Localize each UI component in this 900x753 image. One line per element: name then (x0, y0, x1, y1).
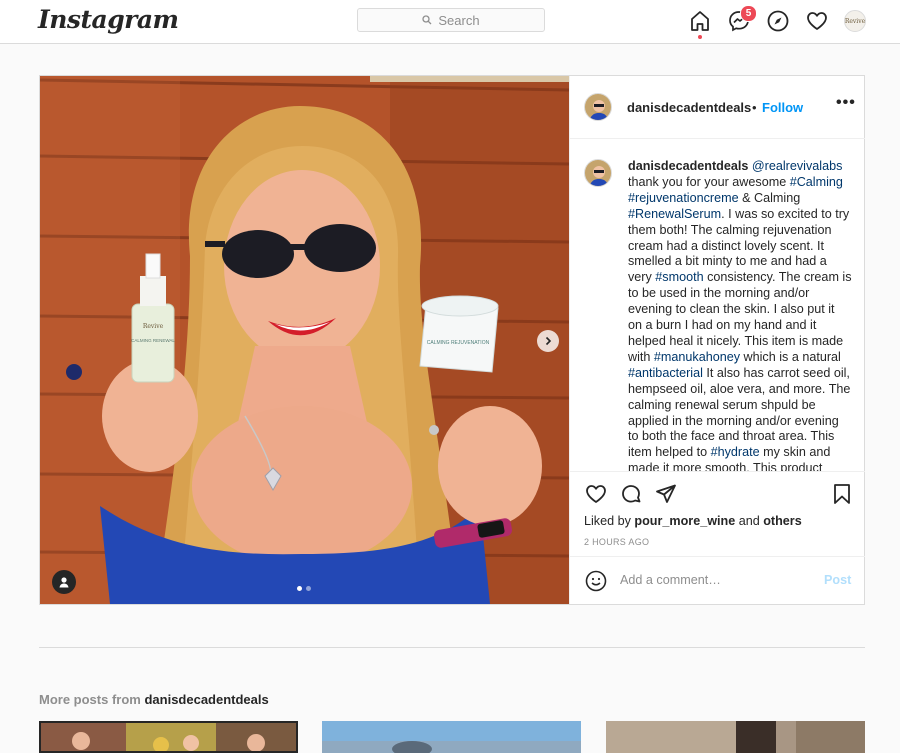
caption-text: & Calming (738, 190, 801, 205)
caption-author-avatar[interactable] (584, 159, 612, 187)
follow-button[interactable]: Follow (762, 100, 803, 115)
chevron-right-icon (545, 336, 552, 346)
bottle-name-label: CALMING RENEWAL (131, 338, 175, 343)
caption-hashtag-link[interactable]: #antibacterial (628, 366, 703, 380)
top-nav: Instagram Search 5 Revive (0, 0, 900, 44)
comment-input[interactable]: Add a comment… (620, 573, 721, 587)
search-input[interactable]: Search (357, 8, 545, 32)
carousel-next-button[interactable] (537, 330, 559, 352)
more-post-thumbnail[interactable] (39, 721, 298, 753)
action-bar (570, 471, 865, 512)
caption-hashtag-link[interactable]: @realrevivalabs (752, 159, 842, 173)
caption-text: thank you for your awesome (628, 174, 790, 189)
author-avatar[interactable] (584, 93, 612, 121)
more-posts-prefix: More posts from (39, 692, 141, 707)
caption-hashtag-link[interactable]: #rejuvenationcreme (628, 191, 739, 205)
caption-username[interactable]: danisdecadentdeals (628, 159, 748, 173)
liked-by-others-link[interactable]: others (763, 514, 802, 528)
more-post-thumbnail[interactable] (322, 721, 581, 753)
liked-by-prefix: Liked by (584, 514, 631, 528)
tagged-user-icon[interactable] (52, 570, 76, 594)
liked-by-line: Liked by pour_more_wine and others (584, 514, 802, 528)
messages-badge: 5 (740, 5, 757, 22)
caption-hashtag-link[interactable]: #smooth (655, 270, 703, 284)
caption-hashtag-link[interactable]: #Calming (790, 175, 843, 189)
carousel-dot-active (297, 586, 302, 591)
share-paper-plane-icon[interactable] (654, 482, 678, 506)
carousel-dot (306, 586, 311, 591)
home-active-dot (698, 35, 702, 39)
post-card: Revive CALMING RENEWAL CALMING REJUVENAT… (39, 75, 865, 605)
more-posts-username[interactable]: danisdecadentdeals (144, 692, 268, 707)
search-icon (422, 15, 432, 25)
liked-by-and: and (738, 514, 760, 528)
more-posts-heading: More posts from danisdecadentdeals (39, 692, 269, 707)
post-sidebar: danisdecadentdeals • Follow ••• danisdec… (569, 76, 865, 604)
caption-scroll-area[interactable]: danisdecadentdeals @realrevivalabs thank… (570, 139, 865, 471)
carousel-dots (297, 586, 311, 591)
post-header: danisdecadentdeals • Follow ••• (570, 76, 865, 139)
author-username[interactable]: danisdecadentdeals (627, 100, 751, 115)
activity-heart-icon[interactable] (805, 9, 829, 33)
section-divider (39, 647, 865, 648)
more-post-thumbnail[interactable] (606, 721, 865, 753)
search-placeholder: Search (438, 12, 480, 28)
post-comment-button[interactable]: Post (824, 573, 851, 587)
home-icon[interactable] (688, 9, 712, 33)
post-timestamp[interactable]: 2 HOURS AGO (584, 537, 649, 547)
like-heart-icon[interactable] (584, 482, 608, 506)
bottle-brand-label: Revive (143, 323, 164, 330)
comment-box: Add a comment… Post (570, 556, 865, 605)
caption-hashtag-link[interactable]: #RenewalSerum (628, 207, 721, 221)
explore-compass-icon[interactable] (766, 9, 790, 33)
post-caption: danisdecadentdeals @realrevivalabs thank… (628, 159, 852, 471)
more-options-button[interactable]: ••• (836, 94, 856, 112)
comment-icon[interactable] (619, 482, 643, 506)
instagram-logo[interactable]: Instagram (38, 5, 179, 34)
caption-hashtag-link[interactable]: #manukahoney (654, 350, 740, 364)
caption-hashtag-link[interactable]: #hydrate (711, 445, 760, 459)
header-separator: • (752, 100, 757, 115)
emoji-icon[interactable] (584, 569, 608, 598)
post-photo[interactable]: Revive CALMING RENEWAL CALMING REJUVENAT… (40, 76, 569, 604)
jar-name-label: CALMING REJUVENATION (427, 340, 490, 346)
caption-text: which is a natural (740, 349, 841, 364)
profile-avatar[interactable]: Revive (844, 10, 866, 32)
save-bookmark-icon[interactable] (830, 482, 854, 506)
liked-by-user-link[interactable]: pour_more_wine (634, 514, 735, 528)
